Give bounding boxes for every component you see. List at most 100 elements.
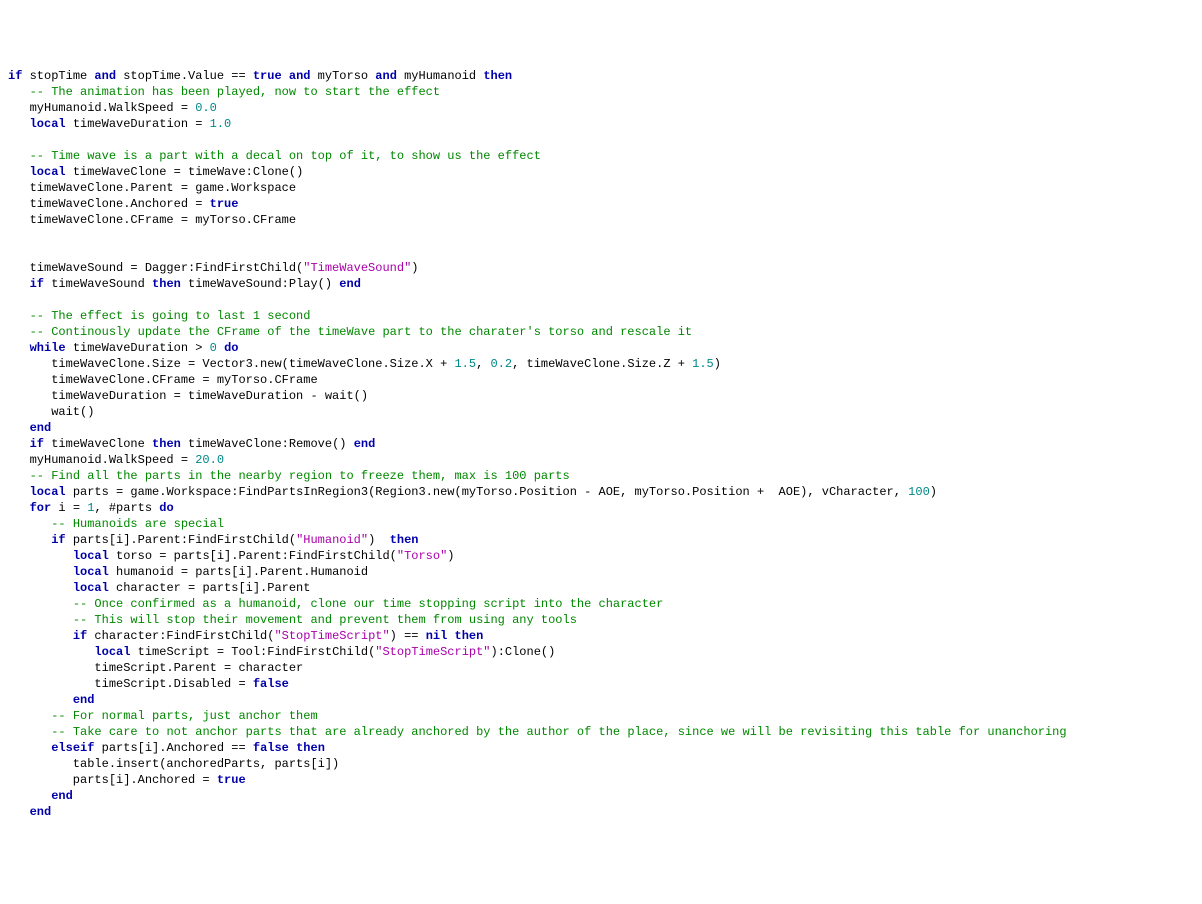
token-pl: timeWaveDuration = timeWaveDuration - wa… — [8, 389, 368, 403]
code-line[interactable]: -- Once confirmed as a humanoid, clone o… — [8, 596, 1194, 612]
code-line[interactable]: end — [8, 804, 1194, 820]
token-kw: then — [296, 741, 325, 755]
code-line[interactable]: while timeWaveDuration > 0 do — [8, 340, 1194, 356]
token-pl: timeScript.Parent = character — [8, 661, 303, 675]
code-line[interactable]: timeWaveSound = Dagger:FindFirstChild("T… — [8, 260, 1194, 276]
code-line[interactable]: local parts = game.Workspace:FindPartsIn… — [8, 484, 1194, 500]
code-line[interactable] — [8, 244, 1194, 260]
token-kw: false — [253, 677, 289, 691]
token-pl — [8, 293, 15, 307]
code-line[interactable]: local timeWaveDuration = 1.0 — [8, 116, 1194, 132]
token-pl — [8, 469, 30, 483]
code-line[interactable] — [8, 292, 1194, 308]
token-pl — [8, 85, 30, 99]
token-pl: ) — [714, 357, 721, 371]
token-pl: timeWaveClone:Remove() — [181, 437, 354, 451]
code-line[interactable]: -- Take care to not anchor parts that ar… — [8, 724, 1194, 740]
code-line[interactable]: local humanoid = parts[i].Parent.Humanoi… — [8, 564, 1194, 580]
code-line[interactable]: timeWaveClone.CFrame = myTorso.CFrame — [8, 372, 1194, 388]
token-num: 1.0 — [210, 117, 232, 131]
token-pl — [8, 517, 51, 531]
token-kw: end — [30, 421, 52, 435]
token-pl — [8, 325, 30, 339]
code-line[interactable]: timeWaveClone.CFrame = myTorso.CFrame — [8, 212, 1194, 228]
token-kw: local — [73, 549, 109, 563]
code-line[interactable]: if stopTime and stopTime.Value == true a… — [8, 68, 1194, 84]
token-kw: then — [152, 277, 181, 291]
token-com: -- This will stop their movement and pre… — [73, 613, 577, 627]
token-pl — [8, 597, 73, 611]
token-kw: and — [289, 69, 311, 83]
code-line[interactable]: if timeWaveSound then timeWaveSound:Play… — [8, 276, 1194, 292]
code-block[interactable]: if stopTime and stopTime.Value == true a… — [8, 68, 1194, 820]
token-pl: myTorso — [310, 69, 375, 83]
code-line[interactable]: local character = parts[i].Parent — [8, 580, 1194, 596]
token-pl — [447, 629, 454, 643]
token-num: 100 — [908, 485, 930, 499]
code-line[interactable]: timeWaveClone.Size = Vector3.new(timeWav… — [8, 356, 1194, 372]
code-line[interactable]: -- Find all the parts in the nearby regi… — [8, 468, 1194, 484]
code-line[interactable]: if timeWaveClone then timeWaveClone:Remo… — [8, 436, 1194, 452]
token-pl: wait() — [8, 405, 94, 419]
code-line[interactable]: -- Continously update the CFrame of the … — [8, 324, 1194, 340]
token-kw: true — [253, 69, 282, 83]
code-line[interactable]: timeScript.Parent = character — [8, 660, 1194, 676]
token-pl: timeWaveClone.Anchored = — [8, 197, 210, 211]
token-kw: end — [73, 693, 95, 707]
token-pl — [8, 645, 94, 659]
code-line[interactable]: timeScript.Disabled = false — [8, 676, 1194, 692]
token-pl: ) == — [390, 629, 426, 643]
code-line[interactable]: timeWaveClone.Anchored = true — [8, 196, 1194, 212]
token-num: 20.0 — [195, 453, 224, 467]
token-pl — [8, 741, 51, 755]
code-line[interactable]: -- The effect is going to last 1 second — [8, 308, 1194, 324]
code-line[interactable]: myHumanoid.WalkSpeed = 0.0 — [8, 100, 1194, 116]
code-line[interactable]: timeWaveClone.Parent = game.Workspace — [8, 180, 1194, 196]
token-com: -- The animation has been played, now to… — [30, 85, 440, 99]
code-line[interactable]: elseif parts[i].Anchored == false then — [8, 740, 1194, 756]
code-line[interactable]: timeWaveDuration = timeWaveDuration - wa… — [8, 388, 1194, 404]
token-kw: while — [30, 341, 66, 355]
code-line[interactable]: -- The animation has been played, now to… — [8, 84, 1194, 100]
token-kw: local — [30, 117, 66, 131]
code-line[interactable]: -- This will stop their movement and pre… — [8, 612, 1194, 628]
token-str: "Torso" — [397, 549, 447, 563]
code-line[interactable]: local timeScript = Tool:FindFirstChild("… — [8, 644, 1194, 660]
token-kw: end — [339, 277, 361, 291]
code-line[interactable]: -- For normal parts, just anchor them — [8, 708, 1194, 724]
code-line[interactable] — [8, 228, 1194, 244]
code-line[interactable] — [8, 132, 1194, 148]
token-str: "StopTimeScript" — [375, 645, 490, 659]
token-kw: do — [159, 501, 173, 515]
token-pl — [8, 805, 30, 819]
code-line[interactable]: wait() — [8, 404, 1194, 420]
token-com: -- Continously update the CFrame of the … — [30, 325, 693, 339]
token-pl: torso = parts[i].Parent:FindFirstChild( — [109, 549, 397, 563]
token-kw: do — [224, 341, 238, 355]
token-kw: false — [253, 741, 289, 755]
code-line[interactable]: if character:FindFirstChild("StopTimeScr… — [8, 628, 1194, 644]
code-line[interactable]: -- Time wave is a part with a decal on t… — [8, 148, 1194, 164]
token-kw: and — [375, 69, 397, 83]
token-com: -- Find all the parts in the nearby regi… — [30, 469, 570, 483]
code-line[interactable]: end — [8, 692, 1194, 708]
code-line[interactable]: end — [8, 788, 1194, 804]
code-line[interactable]: if parts[i].Parent:FindFirstChild("Human… — [8, 532, 1194, 548]
token-pl — [8, 565, 73, 579]
token-pl — [8, 485, 30, 499]
code-line[interactable]: for i = 1, #parts do — [8, 500, 1194, 516]
code-line[interactable]: myHumanoid.WalkSpeed = 20.0 — [8, 452, 1194, 468]
code-line[interactable]: parts[i].Anchored = true — [8, 772, 1194, 788]
token-pl: parts[i].Parent:FindFirstChild( — [66, 533, 296, 547]
code-line[interactable]: -- Humanoids are special — [8, 516, 1194, 532]
token-pl: character = parts[i].Parent — [109, 581, 311, 595]
token-pl: timeWaveSound:Play() — [181, 277, 339, 291]
code-line[interactable]: local torso = parts[i].Parent:FindFirstC… — [8, 548, 1194, 564]
token-kw: end — [30, 805, 52, 819]
code-line[interactable]: table.insert(anchoredParts, parts[i]) — [8, 756, 1194, 772]
token-num: 1.5 — [692, 357, 714, 371]
code-line[interactable]: local timeWaveClone = timeWave:Clone() — [8, 164, 1194, 180]
token-pl: timeWaveClone.Size = Vector3.new(timeWav… — [8, 357, 454, 371]
code-line[interactable]: end — [8, 420, 1194, 436]
token-pl: stopTime — [22, 69, 94, 83]
